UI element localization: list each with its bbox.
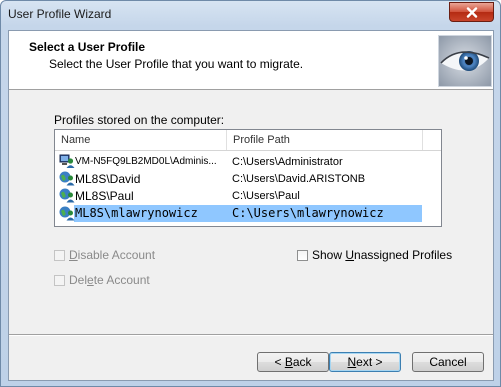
profiles-list[interactable]: Name Profile Path VM-N5FQ9LB2MD0L\Admini… (54, 129, 442, 227)
list-item[interactable]: ML8S\Paul C:\Users\Paul (55, 187, 441, 204)
checkbox-box (297, 249, 308, 261)
eye-logo (438, 35, 492, 87)
list-item[interactable]: VM-N5FQ9LB2MD0L\Adminis... C:\Users\Admi… (55, 153, 441, 170)
disable-account-label: Disable Account (69, 248, 156, 262)
title-bar[interactable]: User Profile Wizard (1, 1, 500, 27)
close-icon (466, 6, 477, 18)
page-title: Select a User Profile (29, 40, 146, 54)
page-subtitle: Select the User Profile that you want to… (49, 57, 304, 71)
domain-user-icon (59, 170, 75, 186)
wizard-header: Select a User Profile Select the User Pr… (9, 31, 493, 90)
window-title: User Profile Wizard (8, 7, 112, 21)
footer-divider (9, 334, 493, 336)
wizard-window: User Profile Wizard Select a User Profil… (0, 0, 501, 387)
profile-path: C:\Users\Paul (232, 190, 300, 202)
profile-name: ML8S\mlawrynowicz (75, 206, 198, 220)
domain-user-icon (59, 205, 75, 221)
back-button[interactable]: < Back (257, 352, 329, 372)
show-unassigned-label: Show Unassigned Profiles (312, 248, 453, 262)
show-unassigned-profiles-checkbox[interactable]: Show Unassigned Profiles (297, 247, 452, 263)
profile-name: ML8S\David (75, 172, 141, 186)
profile-path: C:\Users\mlawrynowicz (232, 206, 384, 220)
next-button[interactable]: Next > (329, 352, 401, 372)
checkbox-box (54, 249, 65, 261)
close-button[interactable] (449, 2, 494, 22)
list-item-selected[interactable]: ML8S\mlawrynowicz C:\Users\mlawrynowicz (55, 205, 441, 222)
computer-user-icon (59, 153, 75, 169)
list-item[interactable]: ML8S\David C:\Users\David.ARISTONB (55, 170, 441, 187)
profile-name: ML8S\Paul (75, 189, 134, 203)
column-header-profile-path[interactable]: Profile Path (227, 130, 423, 150)
profiles-label: Profiles stored on the computer: (54, 113, 225, 127)
profile-path: C:\Users\David.ARISTONB (232, 173, 366, 185)
profile-path: C:\Users\Administrator (232, 156, 343, 168)
checkbox-box (54, 274, 65, 286)
domain-user-icon (59, 187, 75, 203)
cancel-button[interactable]: Cancel (412, 352, 484, 372)
delete-account-label: Delete Account (69, 273, 150, 287)
disable-account-checkbox[interactable]: Disable Account (54, 247, 155, 263)
column-header-name[interactable]: Name (55, 130, 227, 150)
delete-account-checkbox[interactable]: Delete Account (54, 272, 150, 288)
wizard-page: Select a User Profile Select the User Pr… (8, 30, 494, 381)
profile-name: VM-N5FQ9LB2MD0L\Adminis... (75, 156, 217, 167)
list-header: Name Profile Path (55, 130, 441, 151)
